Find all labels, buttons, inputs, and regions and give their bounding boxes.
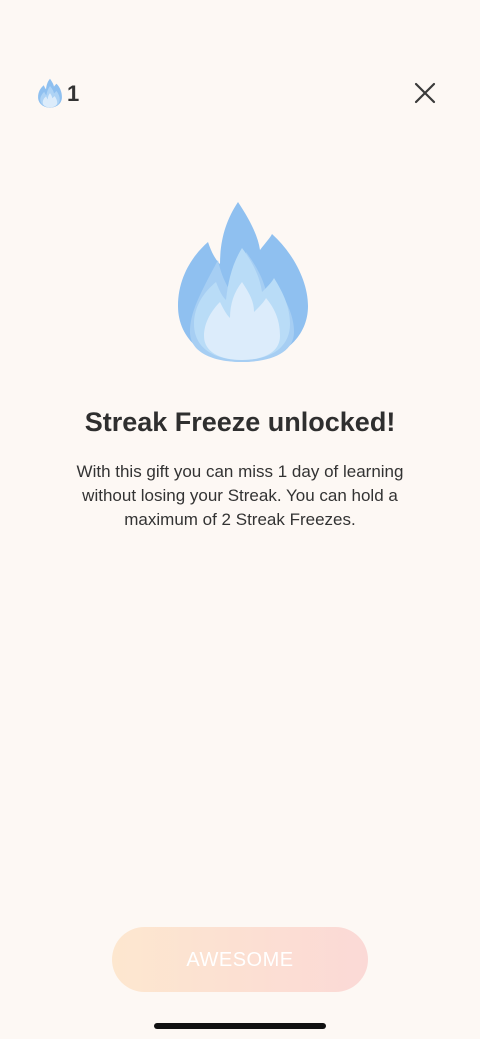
close-icon [414,82,436,104]
page-title: Streak Freeze unlocked! [84,407,396,437]
streak-count: 1 [67,81,80,106]
blue-flame-icon [174,198,310,364]
streak-counter[interactable]: 1 [37,78,79,108]
home-indicator [154,1023,326,1029]
awesome-button[interactable]: AWESOME [112,927,368,992]
close-button[interactable] [412,80,438,106]
description-text: With this gift you can miss 1 day of lea… [76,462,404,529]
blue-flame-icon [37,78,63,108]
